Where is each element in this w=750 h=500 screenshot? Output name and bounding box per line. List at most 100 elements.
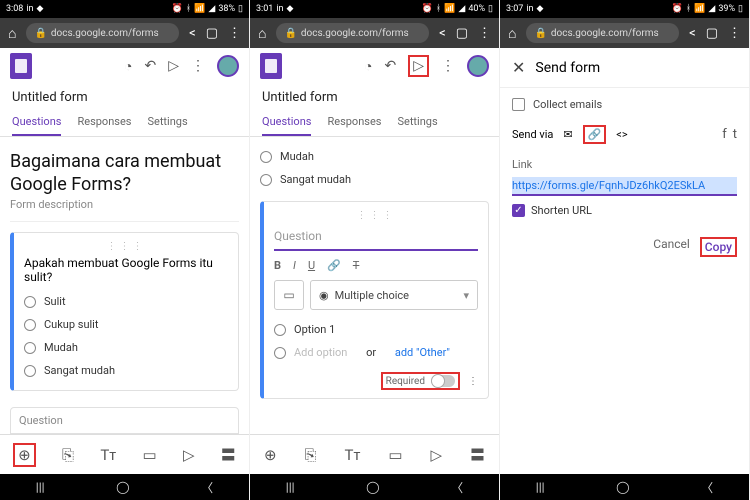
add-question-button[interactable]: ⊕ xyxy=(13,443,36,467)
import-icon[interactable]: ⎘ xyxy=(305,446,317,464)
new-question-card[interactable]: ⋮⋮⋮ Question B I U 🔗 T ▭ ◉Multiple choic… xyxy=(260,201,489,399)
bold-icon[interactable]: B xyxy=(274,259,281,272)
recent-button[interactable]: ||| xyxy=(36,480,45,494)
facebook-icon[interactable]: f xyxy=(722,127,727,142)
close-icon[interactable]: ✕ xyxy=(512,58,525,77)
tab-questions[interactable]: Questions xyxy=(262,109,311,136)
checkbox-unchecked[interactable] xyxy=(512,98,525,111)
checkbox-checked[interactable]: ✓ xyxy=(512,204,525,217)
italic-icon[interactable]: I xyxy=(293,259,296,272)
send-icon[interactable]: ▷ xyxy=(168,58,179,74)
tab-questions[interactable]: Questions xyxy=(12,109,61,136)
tab-settings[interactable]: Settings xyxy=(147,109,187,136)
more-icon[interactable]: ⋮ xyxy=(468,376,478,387)
share-icon[interactable]: < xyxy=(439,26,446,41)
more-icon[interactable]: ⋮ xyxy=(191,58,205,74)
link-icon[interactable]: 🔗 xyxy=(327,259,341,272)
home-button[interactable]: ◯ xyxy=(116,480,129,494)
collect-emails-row[interactable]: Collect emails xyxy=(500,88,749,121)
underline-icon[interactable]: U xyxy=(308,259,315,272)
share-icon[interactable]: < xyxy=(689,26,696,41)
link-value[interactable]: https://forms.gle/FqnhJDz6hkQ2ESkLA xyxy=(512,177,737,196)
palette-icon[interactable]: ◔ xyxy=(124,58,132,75)
section-icon[interactable]: 〓 xyxy=(221,444,236,465)
url-bar[interactable]: 🔒docs.google.com/forms xyxy=(276,23,429,43)
embed-icon[interactable]: <> xyxy=(616,128,627,141)
avatar[interactable] xyxy=(217,55,239,77)
form-title[interactable]: Untitled form xyxy=(250,84,499,109)
required-toggle[interactable] xyxy=(431,375,455,387)
undo-icon[interactable]: ↶ xyxy=(384,58,396,74)
tabs-icon[interactable]: ▢ xyxy=(456,26,468,41)
option[interactable]: Cukup sulit xyxy=(24,313,228,336)
question-type-dropdown[interactable]: ◉Multiple choice▾ xyxy=(310,280,478,310)
menu-icon[interactable]: ⋮ xyxy=(478,26,491,41)
link-tab[interactable]: 🔗 xyxy=(583,125,607,144)
tabs: Questions Responses Settings xyxy=(250,109,499,137)
home-button[interactable]: ◯ xyxy=(616,480,629,494)
form-title[interactable]: Untitled form xyxy=(0,84,249,109)
text-icon[interactable]: Tᴛ xyxy=(100,446,116,464)
shorten-url-row[interactable]: ✓ Shorten URL xyxy=(512,204,737,217)
option-1[interactable]: Option 1 xyxy=(274,318,478,341)
url-bar[interactable]: 🔒docs.google.com/forms xyxy=(26,23,179,43)
add-image-button[interactable]: ▭ xyxy=(274,280,304,310)
back-button[interactable]: 〈 xyxy=(451,479,463,496)
add-option-row[interactable]: Add option or add "Other" xyxy=(274,341,478,364)
form-description[interactable]: Form description xyxy=(10,198,239,222)
more-icon[interactable]: ⋮ xyxy=(441,58,455,74)
add-other-link[interactable]: add "Other" xyxy=(395,346,450,359)
section-icon[interactable]: 〓 xyxy=(470,444,485,465)
back-button[interactable]: 〈 xyxy=(201,479,213,496)
forms-file-icon[interactable] xyxy=(260,53,282,79)
twitter-icon[interactable]: t xyxy=(733,127,737,142)
question-input[interactable]: Question xyxy=(274,225,478,251)
option[interactable]: Sulit xyxy=(24,290,228,313)
option[interactable]: Sangat mudah xyxy=(24,359,228,382)
question-card[interactable]: ⋮⋮⋮ Apakah membuat Google Forms itu suli… xyxy=(10,232,239,391)
option[interactable]: Mudah xyxy=(260,145,489,168)
send-icon[interactable]: ▷ xyxy=(408,55,429,77)
tab-settings[interactable]: Settings xyxy=(397,109,437,136)
home-icon[interactable]: ⌂ xyxy=(8,25,16,42)
tab-responses[interactable]: Responses xyxy=(77,109,131,136)
form-header[interactable]: Bagaimana cara membuat Google Forms? xyxy=(10,145,239,198)
new-question-peek[interactable]: Question xyxy=(10,407,239,434)
recent-button[interactable]: ||| xyxy=(286,480,295,494)
copy-button[interactable]: Copy xyxy=(705,240,732,254)
recent-button[interactable]: ||| xyxy=(536,480,545,494)
palette-icon[interactable]: ◔ xyxy=(364,58,372,75)
home-icon[interactable]: ⌂ xyxy=(258,25,266,42)
drag-handle[interactable]: ⋮⋮⋮ xyxy=(24,241,228,252)
image-icon[interactable]: ▭ xyxy=(388,446,402,464)
menu-icon[interactable]: ⋮ xyxy=(728,26,741,41)
tabs-icon[interactable]: ▢ xyxy=(206,26,218,41)
add-question-button[interactable]: ⊕ xyxy=(264,446,277,464)
cancel-button[interactable]: Cancel xyxy=(653,237,690,257)
home-icon[interactable]: ⌂ xyxy=(508,25,516,42)
share-icon[interactable]: < xyxy=(189,26,196,41)
video-icon[interactable]: ▷ xyxy=(183,446,195,464)
import-icon[interactable]: ⎘ xyxy=(62,446,74,464)
email-icon[interactable]: ✉ xyxy=(563,128,572,141)
home-button[interactable]: ◯ xyxy=(366,480,379,494)
text-icon[interactable]: Tᴛ xyxy=(345,446,361,464)
tabs-icon[interactable]: ▢ xyxy=(706,26,718,41)
avatar[interactable] xyxy=(467,55,489,77)
required-label: Required xyxy=(386,376,425,387)
url-bar[interactable]: 🔒docs.google.com/forms xyxy=(526,23,679,43)
video-icon[interactable]: ▷ xyxy=(430,446,442,464)
back-button[interactable]: 〈 xyxy=(701,479,713,496)
question-text[interactable]: Apakah membuat Google Forms itu sulit? xyxy=(24,256,228,284)
image-icon[interactable]: ▭ xyxy=(142,446,156,464)
drag-handle[interactable]: ⋮⋮⋮ xyxy=(274,210,478,221)
clear-format-icon[interactable]: T xyxy=(353,259,360,272)
menu-icon[interactable]: ⋮ xyxy=(228,26,241,41)
forms-file-icon[interactable] xyxy=(10,53,32,79)
option[interactable]: Mudah xyxy=(24,336,228,359)
undo-icon[interactable]: ↶ xyxy=(144,58,156,74)
tab-responses[interactable]: Responses xyxy=(327,109,381,136)
forms-toolbar: ◔ ↶ ▷ ⋮ xyxy=(250,48,499,84)
system-nav: ||| ◯ 〈 xyxy=(500,474,749,500)
option[interactable]: Sangat mudah xyxy=(260,168,489,191)
